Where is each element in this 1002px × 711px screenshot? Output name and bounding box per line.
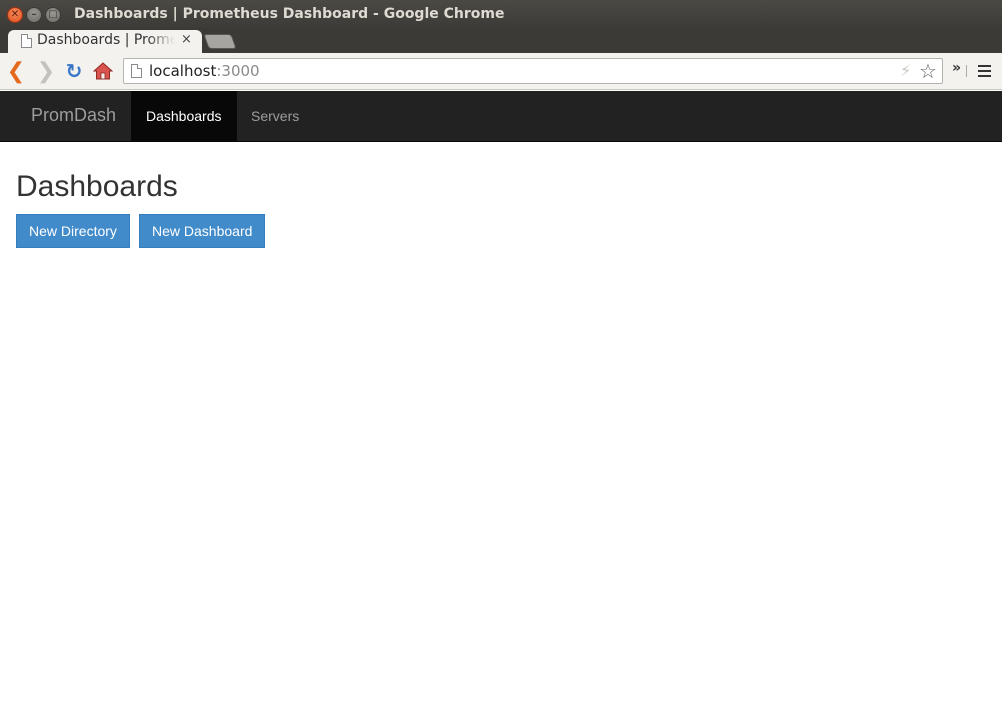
window-titlebar: ✕ – □ Dashboards | Prometheus Dashboard …	[0, 0, 1002, 30]
home-icon-graphic	[93, 62, 113, 80]
reload-icon[interactable]: ↻	[63, 59, 85, 83]
back-icon[interactable]: ❮	[5, 59, 27, 84]
extensions-overflow-icon[interactable]: »	[952, 60, 961, 76]
nav-item-servers[interactable]: Servers	[236, 91, 314, 141]
app-navbar: PromDash Dashboards Servers	[0, 91, 1002, 142]
brand-link[interactable]: PromDash	[31, 105, 116, 126]
window-maximize-icon[interactable]: □	[45, 7, 61, 23]
tab-title: Dashboards | Prometheus Dashboard	[37, 32, 175, 48]
window-title: Dashboards | Prometheus Dashboard - Goog…	[74, 6, 505, 22]
new-dashboard-button[interactable]: New Dashboard	[139, 214, 266, 248]
address-bar[interactable]: localhost:3000 ⚡ ☆	[123, 58, 943, 84]
url-port: :3000	[216, 62, 260, 80]
toolbar-divider	[966, 65, 967, 77]
window-close-icon[interactable]: ✕	[7, 7, 23, 23]
page-title: Dashboards	[16, 170, 178, 203]
url-text[interactable]: localhost:3000	[149, 62, 260, 80]
home-icon[interactable]	[92, 60, 114, 82]
new-tab-button[interactable]	[203, 34, 237, 49]
nav-item-dashboards[interactable]: Dashboards	[131, 91, 237, 141]
tab-strip: Dashboards | Prometheus Dashboard ×	[0, 30, 1002, 53]
menu-icon[interactable]	[978, 65, 991, 78]
page-icon	[131, 64, 142, 78]
browser-toolbar: ❮ ❯ ↻ localhost:3000 ⚡ ☆ »	[0, 53, 1002, 90]
bolt-icon: ⚡	[900, 61, 912, 80]
new-directory-button[interactable]: New Directory	[16, 214, 130, 248]
star-icon[interactable]: ☆	[919, 59, 937, 83]
browser-tab[interactable]: Dashboards | Prometheus Dashboard ×	[8, 30, 202, 53]
window-minimize-icon[interactable]: –	[26, 7, 42, 23]
url-host: localhost	[149, 62, 217, 80]
page-icon	[21, 34, 32, 48]
tab-close-icon[interactable]: ×	[181, 32, 192, 47]
forward-icon[interactable]: ❯	[35, 59, 57, 84]
